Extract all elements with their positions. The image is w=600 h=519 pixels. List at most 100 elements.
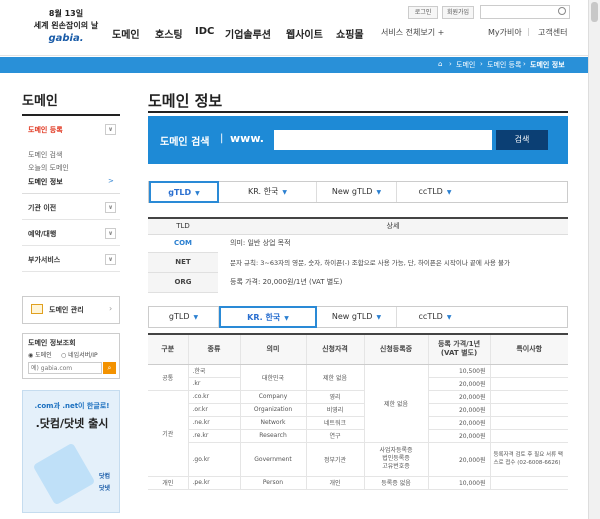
column-header: 구분 <box>148 334 189 365</box>
folder-icon <box>31 304 43 314</box>
table-cell: 10,500원 <box>428 364 491 378</box>
chevron-down-icon: ▼ <box>282 189 287 196</box>
tab-kr[interactable]: KR. 한국 ▼ <box>219 306 317 328</box>
tab-cctld[interactable]: ccTLD ▼ <box>397 182 473 202</box>
table-cell: 20,000원 <box>428 403 491 417</box>
sidebar-item-addon[interactable]: 부가서비스 ∨ <box>22 248 120 272</box>
table-cell: 개인 <box>148 476 189 490</box>
chevron-down-icon: ▼ <box>446 189 452 196</box>
chevron-down-icon: ▼ <box>284 315 289 322</box>
sidebar-item-reserve[interactable]: 예약/대행 ∨ <box>22 222 120 246</box>
search-icon[interactable] <box>558 7 566 15</box>
scrollbar[interactable] <box>588 0 600 519</box>
column-header: 상세 <box>218 218 568 235</box>
gnb-website[interactable]: 웹사이트 <box>286 26 323 41</box>
gnb-domain[interactable]: 도메인 <box>112 26 140 41</box>
table-cell: 제한 없음 <box>306 364 365 391</box>
chevron-down-icon: ▼ <box>446 314 452 321</box>
table-cell <box>490 364 568 378</box>
column-header: TLD <box>148 218 218 235</box>
table-row: .or.kr Organization 비영리 20,000원 <box>148 403 568 417</box>
divider: | <box>527 27 530 36</box>
tab-newgtld[interactable]: New gTLD ▼ <box>317 307 397 327</box>
table-cell: .or.kr <box>188 403 241 417</box>
breadcrumb-item[interactable]: 도메인 등록 <box>487 60 521 70</box>
table-cell: 사업자등록증 법인등록증 고유번호증 <box>364 442 429 477</box>
tab-gtld[interactable]: gTLD ▼ <box>149 181 219 203</box>
chevron-down-icon[interactable]: ∨ <box>105 254 116 265</box>
detail-price: 등록 가격: 20,000원/1년 (VAT 별도) <box>230 278 343 286</box>
chevron-down-icon[interactable]: ∨ <box>105 124 116 135</box>
tab-kr[interactable]: KR. 한국 ▼ <box>219 182 317 202</box>
chevron-down-icon[interactable]: ∨ <box>105 202 116 213</box>
sidebar-sub-info[interactable]: 도메인 정보 <box>28 177 63 187</box>
inquiry-radio-ns[interactable]: ○ 네임서버/IP <box>61 350 98 359</box>
scrollbar-thumb[interactable] <box>591 2 598 22</box>
radio-label: 도메인 <box>35 352 52 359</box>
table-cell: 등록자격 검토 후 필요 서류 팩스로 접수 (02-6008-6626) <box>490 442 568 477</box>
column-header: 종류 <box>188 334 241 365</box>
sidebar-sub-today[interactable]: 오늘의 도메인 <box>28 163 69 173</box>
domain-search-input[interactable] <box>274 130 492 150</box>
tab-label: New gTLD <box>331 312 373 321</box>
table-cell: 비영리 <box>306 403 365 417</box>
sidebar-item-transfer[interactable]: 기관 이전 ∨ <box>22 196 120 220</box>
manage-label: 도메인 관리 <box>49 306 84 314</box>
site-header: 8월 13일 세계 왼손잡이의 날 gabia. 도메인 호스팅 IDC 기업솔… <box>0 0 600 56</box>
table-cell: 20,000원 <box>428 377 491 391</box>
table-cell: Research <box>240 429 307 443</box>
gnb-shopping[interactable]: 쇼핑몰 <box>336 26 364 41</box>
crumb-sep: › <box>523 60 526 68</box>
tld-item-com[interactable]: COM <box>148 234 218 253</box>
breadcrumb-bar: ⌂ › 도메인 › 도메인 등록 › 도메인 정보 <box>0 57 600 73</box>
home-icon[interactable]: ⌂ <box>438 60 442 68</box>
table-cell: .한국 <box>188 364 241 378</box>
search-icon[interactable]: ⌕ <box>103 362 116 374</box>
signup-button[interactable]: 회원가입 <box>442 6 474 19</box>
domain-manage-button[interactable]: 도메인 관리 › <box>22 296 120 324</box>
tld-item-net[interactable]: NET <box>148 252 218 273</box>
table-cell: .pe.kr <box>188 476 241 490</box>
column-header: 신청자격 <box>306 334 365 365</box>
divider <box>22 193 120 194</box>
detail-meaning: 의미: 일반 상업 목적 <box>230 239 291 248</box>
header-search-input[interactable] <box>480 5 570 19</box>
tab-newgtld[interactable]: New gTLD ▼ <box>317 182 397 202</box>
radio-label: 네임서버/IP <box>68 352 98 359</box>
tab-label: ccTLD <box>418 187 443 196</box>
price-table: 구분 종류 의미 신청자격 신청등록증 등록 가격/1년 (VAT 별도) 특이… <box>148 333 568 490</box>
sidebar-sub-search[interactable]: 도메인 검색 <box>28 150 62 160</box>
table-cell: 20,000원 <box>428 416 491 430</box>
sidebar-item-domain-register[interactable]: 도메인 등록 ∨ <box>22 118 120 142</box>
sidebar-item-label: 기관 이전 <box>28 204 57 212</box>
gnb-hosting[interactable]: 호스팅 <box>155 26 183 41</box>
chevron-down-icon[interactable]: ∨ <box>105 228 116 239</box>
logo-date: 8월 13일 <box>48 9 84 18</box>
tld-tabs: gTLD ▼ KR. 한국 ▼ New gTLD ▼ ccTLD ▼ <box>148 181 568 203</box>
customer-center-link[interactable]: 고객센터 <box>538 27 567 38</box>
crumb-sep: › <box>449 60 452 68</box>
promo-banner[interactable]: .com과 .net이 한글로! .닷컴/닷넷 출시 닷컴 닷넷 <box>22 390 120 513</box>
title-rule <box>148 111 568 113</box>
inquiry-input[interactable] <box>28 362 102 374</box>
table-row: .ne.kr Network 네트워크 20,000원 <box>148 416 568 430</box>
inquiry-radio-domain[interactable]: ◉ 도메인 <box>28 350 52 359</box>
table-cell: 대한민국 <box>240 364 307 391</box>
table-cell: 20,000원 <box>428 390 491 404</box>
search-button[interactable]: 검색 <box>496 130 548 150</box>
tab-label: KR. 한국 <box>247 313 281 322</box>
gnb-enterprise[interactable]: 기업솔루션 <box>225 26 271 41</box>
tab-cctld[interactable]: ccTLD ▼ <box>397 307 473 327</box>
tab-gtld[interactable]: gTLD ▼ <box>149 307 219 327</box>
my-gabia-link[interactable]: My가비아 <box>488 27 522 38</box>
login-button[interactable]: 로그인 <box>408 6 438 19</box>
sidebar-rule <box>22 114 120 116</box>
table-cell: 네트워크 <box>306 416 365 430</box>
tld-item-org[interactable]: ORG <box>148 272 218 293</box>
breadcrumb-item[interactable]: 도메인 <box>456 60 475 70</box>
table-cell <box>490 403 568 417</box>
gnb-idc[interactable]: IDC <box>195 26 214 37</box>
service-all-link[interactable]: 서비스 전체보기 + <box>381 27 444 38</box>
logo[interactable]: 8월 13일 세계 왼손잡이의 날 gabia. <box>26 8 106 44</box>
table-cell: 연구 <box>306 429 365 443</box>
